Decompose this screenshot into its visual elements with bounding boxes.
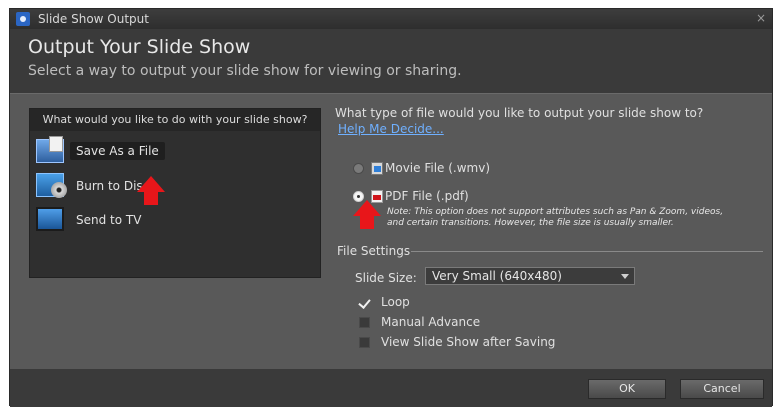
chevron-down-icon[interactable] [621, 274, 629, 279]
radio-button[interactable] [353, 163, 364, 174]
note-line-1: Note: This option does not support attri… [387, 207, 724, 217]
slide-size-select[interactable]: Very Small (640x480) [425, 267, 635, 285]
slide-size-label: Slide Size: [355, 271, 417, 285]
output-options-panel: What would you like to do with your slid… [29, 108, 321, 278]
radio-label: Movie File (.wmv) [385, 161, 491, 175]
option-label: Save As a File [70, 142, 165, 160]
page-title: Output Your Slide Show [28, 36, 251, 58]
help-me-decide-link[interactable]: Help Me Decide... [338, 122, 444, 136]
option-label: Send to TV [76, 213, 142, 227]
radio-label: PDF File (.pdf) [385, 189, 469, 203]
note-line-2: and certain transitions. However, the fi… [387, 218, 674, 228]
save-file-icon [36, 136, 64, 163]
disc-icon [36, 173, 67, 198]
option-burn-to-disc[interactable]: Burn to Disc [36, 173, 306, 201]
option-send-to-tv[interactable]: Send to TV [36, 207, 306, 235]
option-save-as-file[interactable]: Save As a File [36, 136, 306, 167]
page-subtitle: Select a way to output your slide show f… [28, 63, 462, 79]
file-type-section: What type of file would you like to outp… [335, 94, 765, 370]
ok-button[interactable]: OK [588, 379, 666, 399]
window-title: Slide Show Output [38, 12, 149, 26]
options-heading: What would you like to do with your slid… [30, 109, 320, 131]
divider [411, 251, 763, 252]
close-icon[interactable]: × [756, 11, 766, 25]
checkbox-label: Loop [381, 295, 410, 309]
file-type-question: What type of file would you like to outp… [335, 106, 704, 120]
dialog-footer: OK Cancel [10, 369, 772, 407]
app-icon [16, 12, 30, 26]
dialog-header: Output Your Slide Show Select a way to o… [10, 29, 772, 93]
title-bar: Slide Show Output × [10, 9, 772, 29]
checkbox-label: Manual Advance [381, 315, 481, 329]
checkbox[interactable] [359, 297, 370, 308]
checkbox[interactable] [359, 317, 370, 328]
file-settings-label: File Settings [337, 244, 411, 258]
cancel-button[interactable]: Cancel [680, 379, 764, 399]
pdf-note: Note: This option does not support attri… [387, 207, 767, 229]
tv-icon [36, 207, 64, 231]
dialog-content: What would you like to do with your slid… [10, 93, 772, 369]
checkbox[interactable] [359, 337, 370, 348]
slide-show-output-dialog: Slide Show Output × Output Your Slide Sh… [9, 8, 773, 407]
slide-size-value: Very Small (640x480) [432, 269, 562, 283]
wmv-icon [371, 162, 383, 175]
checkbox-label: View Slide Show after Saving [381, 335, 556, 349]
